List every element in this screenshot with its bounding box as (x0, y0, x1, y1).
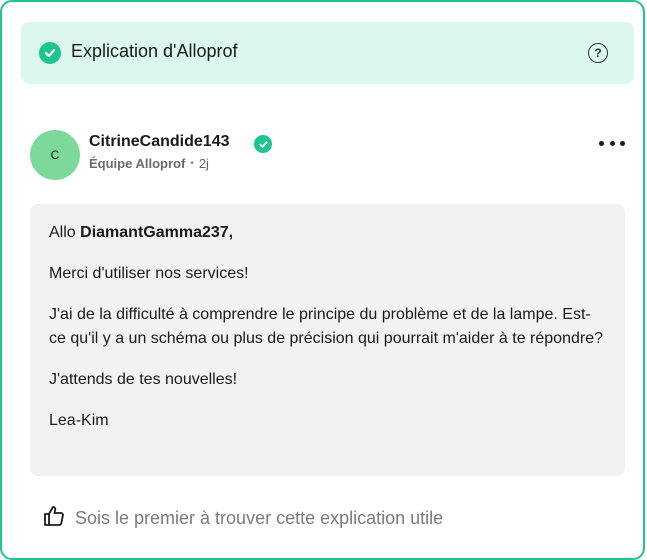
post-time: 2j (198, 156, 209, 171)
message-signature: Lea-Kim (49, 412, 109, 429)
explanation-card: Explication d'Alloprof ? C CitrineCandid… (0, 0, 645, 560)
message-paragraph: Merci d'utiliser nos services! (49, 265, 249, 282)
more-dot (620, 140, 625, 146)
author-meta: Équipe Alloprof • 2j (89, 156, 209, 171)
avatar[interactable]: C (30, 130, 80, 180)
thumbs-up-icon (42, 504, 66, 533)
message-paragraph: J'ai de la difficulté à comprendre le pr… (49, 306, 603, 347)
like-button[interactable]: Sois le premier à trouver cette explicat… (42, 504, 443, 533)
help-circle-icon[interactable]: ? (588, 43, 608, 63)
verified-check-icon (254, 135, 272, 153)
message-paragraph: J'attends de tes nouvelles! (49, 371, 238, 388)
greeting-prefix: Allo (49, 224, 76, 241)
banner-title: Explication d'Alloprof (71, 41, 238, 61)
like-prompt: Sois le premier à trouver cette explicat… (75, 508, 444, 528)
greeting-recipient: DiamantGamma237, (80, 224, 234, 241)
author-team: Équipe Alloprof (89, 156, 186, 171)
more-dot (599, 140, 604, 146)
meta-separator: • (190, 158, 194, 169)
more-dot (609, 140, 615, 146)
message-body: Allo DiamantGamma237, Merci d'utiliser n… (30, 204, 625, 476)
explanation-banner: Explication d'Alloprof ? (21, 22, 634, 84)
message-greeting: Allo DiamantGamma237, (49, 221, 606, 245)
more-horizontal-icon[interactable] (599, 133, 625, 153)
check-circle-icon (39, 42, 61, 64)
author-username[interactable]: CitrineCandide143 (89, 133, 229, 151)
